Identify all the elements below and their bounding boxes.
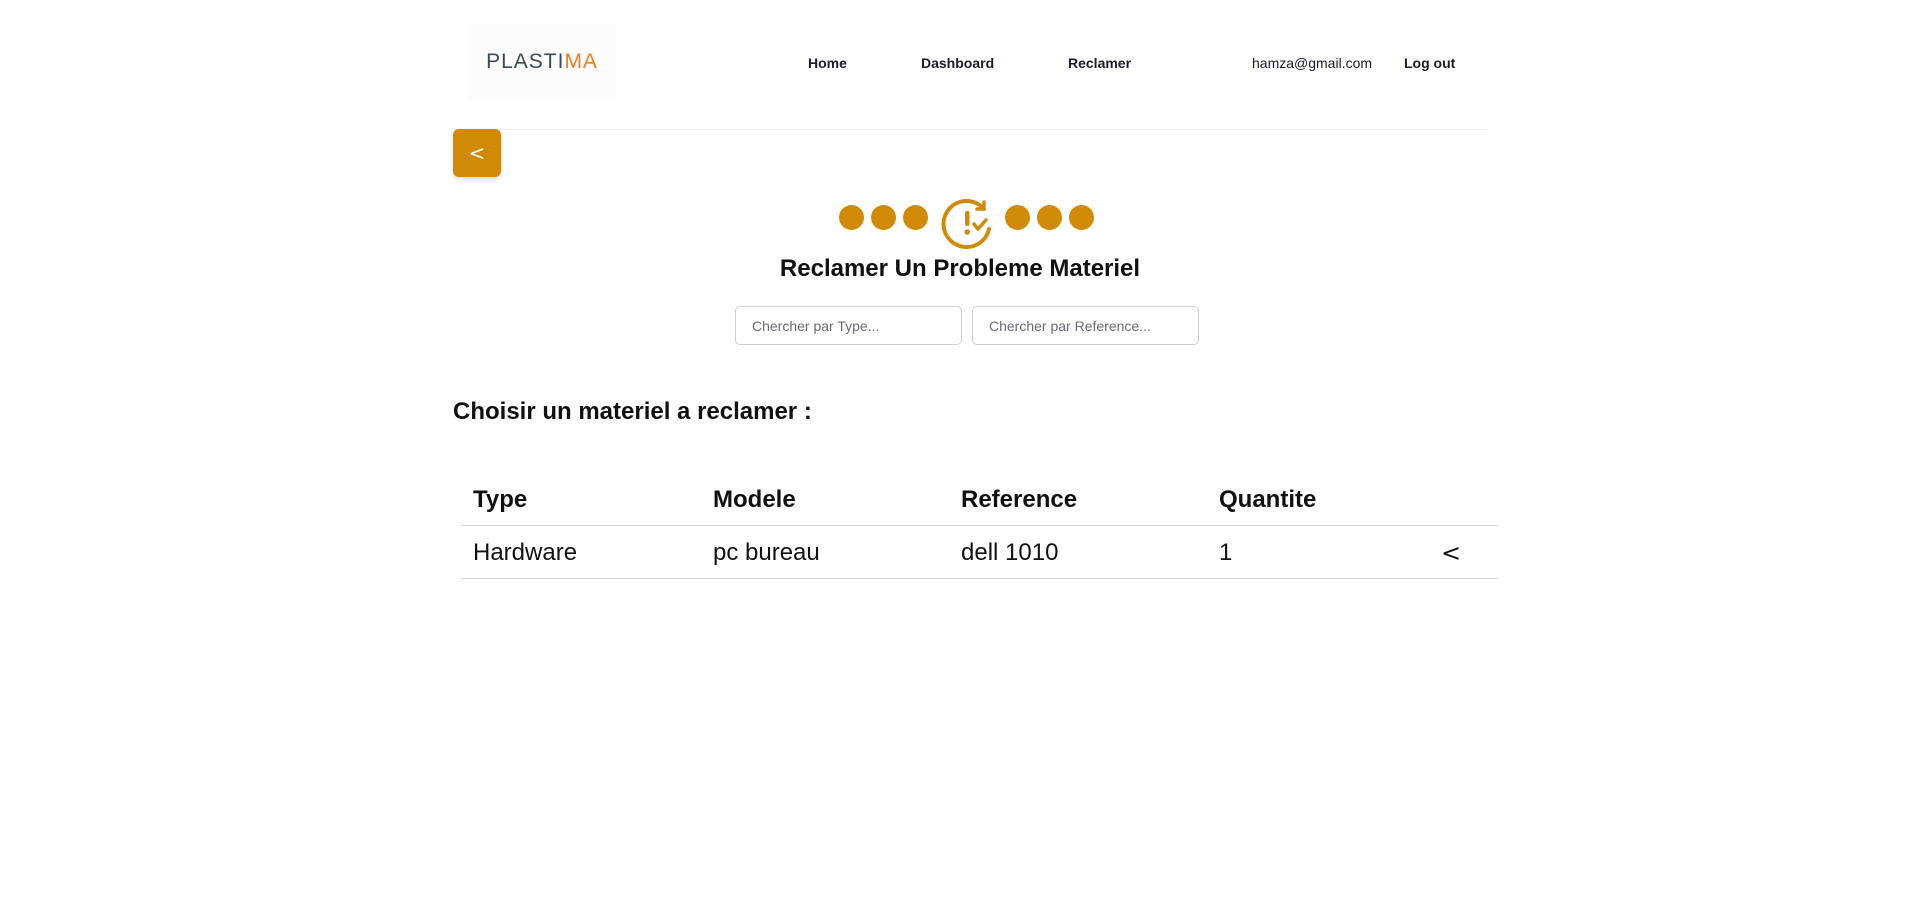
progress-stepper bbox=[839, 197, 1099, 251]
table-row[interactable]: Hardware pc bureau dell 1010 1 < bbox=[461, 526, 1497, 579]
nav-reclamer[interactable]: Reclamer bbox=[1068, 55, 1131, 71]
cell-reference: dell 1010 bbox=[961, 538, 1059, 566]
header: PLASTI MA Home Dashboard Reclamer hamza@g… bbox=[454, 24, 1486, 130]
cell-modele: pc bureau bbox=[713, 538, 820, 566]
search-type-input[interactable] bbox=[735, 306, 962, 345]
logo-text-orange: MA bbox=[564, 50, 598, 73]
step-dot bbox=[839, 205, 864, 230]
cell-quantite: 1 bbox=[1219, 538, 1233, 566]
nav-dashboard[interactable]: Dashboard bbox=[921, 55, 994, 71]
search-reference-input[interactable] bbox=[972, 306, 1199, 345]
user-email: hamza@gmail.com bbox=[1252, 55, 1373, 71]
plastima-logo[interactable]: PLASTI MA bbox=[468, 24, 616, 100]
back-button[interactable]: < bbox=[453, 129, 501, 177]
page-title: Reclamer Un Probleme Materiel bbox=[779, 255, 1141, 282]
logo-text-dark: PLASTI bbox=[486, 50, 565, 73]
select-row-button[interactable]: < bbox=[1441, 526, 1461, 579]
materiel-table: Type Modele Reference Quantite Hardware … bbox=[461, 473, 1497, 579]
step-dot bbox=[1037, 205, 1062, 230]
column-header-type: Type bbox=[473, 485, 528, 513]
step-dot bbox=[871, 205, 896, 230]
column-header-quantite: Quantite bbox=[1219, 485, 1317, 513]
column-header-reference: Reference bbox=[961, 485, 1078, 513]
alert-check-circle-icon bbox=[940, 197, 994, 251]
logout-link[interactable]: Log out bbox=[1404, 55, 1455, 71]
back-button-label: < bbox=[468, 141, 486, 165]
cell-type: Hardware bbox=[473, 538, 578, 566]
step-dot bbox=[1069, 205, 1094, 230]
page: PLASTI MA Home Dashboard Reclamer hamza@g… bbox=[0, 0, 1920, 919]
section-title: Choisir un materiel a reclamer : bbox=[453, 398, 812, 425]
step-dot bbox=[903, 205, 928, 230]
step-dot bbox=[1005, 205, 1030, 230]
nav-home[interactable]: Home bbox=[808, 55, 847, 71]
column-header-modele: Modele bbox=[713, 485, 796, 513]
table-header-row: Type Modele Reference Quantite bbox=[461, 473, 1497, 526]
